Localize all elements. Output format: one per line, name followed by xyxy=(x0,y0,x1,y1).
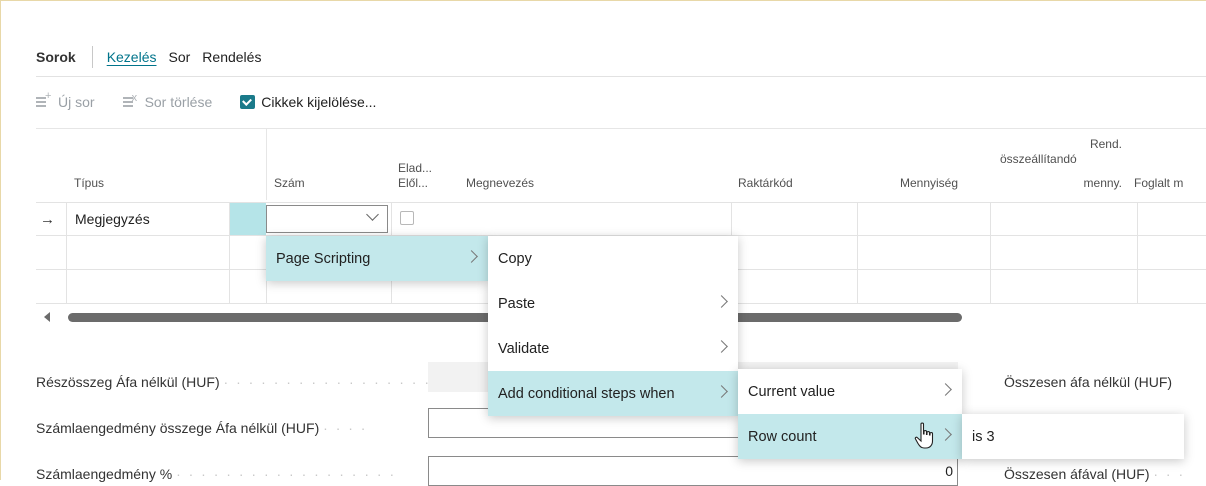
cell-mennyiseg[interactable] xyxy=(857,203,990,235)
osszesen-afa-nelkul-label: Összesen áfa nélkül (HUF) xyxy=(1004,374,1173,390)
tab-divider xyxy=(91,46,93,68)
leader-dots: · · · · xyxy=(323,420,368,436)
menu-item-label: Validate xyxy=(498,340,550,357)
col-header-megnevezes[interactable]: Megnevezés xyxy=(466,176,534,191)
new-row-icon xyxy=(36,90,52,109)
menu-item-label: is 3 xyxy=(972,428,995,445)
cell-tipus[interactable] xyxy=(66,236,229,269)
col-header-foglalt[interactable]: Foglalt m xyxy=(1134,176,1183,191)
cell-foglalt[interactable] xyxy=(1137,203,1206,235)
chevron-right-icon xyxy=(465,250,478,263)
chevron-right-icon xyxy=(715,295,728,308)
tab-rendeles[interactable]: Rendelés xyxy=(202,49,261,65)
col-header-elad-2[interactable]: Elől... xyxy=(398,176,428,191)
reszosszeg-label: Részösszeg Áfa nélkül (HUF) · · · · · · … xyxy=(36,374,444,390)
chevron-down-icon xyxy=(366,208,379,221)
col-header-rend-2[interactable]: összeállítandó xyxy=(1000,152,1077,167)
reszosszeg-label-text: Részösszeg Áfa nélkül (HUF) xyxy=(36,374,220,390)
leader-dots: · · · · · · · · · · · · · · · · · · xyxy=(223,374,444,390)
tab-kezeles[interactable]: Kezelés xyxy=(107,49,157,65)
action-bar: Új sor Sor törlése Cikkek kijelölése... xyxy=(36,90,404,110)
engedmeny-osszeg-label: Számlaengedmény összege Áfa nélkül (HUF)… xyxy=(36,420,367,436)
col-header-raktarkod[interactable]: Raktárkód xyxy=(738,176,793,191)
header-top-line xyxy=(36,128,1206,129)
header-separator xyxy=(266,128,267,200)
hand-pointer-cursor-icon xyxy=(914,422,934,449)
menu-item-label: Copy xyxy=(498,250,532,267)
cell-mennyiseg[interactable] xyxy=(857,236,990,269)
menu-item-paste[interactable]: Paste xyxy=(488,281,738,326)
cell-rend[interactable] xyxy=(990,270,1137,303)
cell-raktarkod[interactable] xyxy=(731,203,857,235)
select-items-button[interactable]: Cikkek kijelölése... xyxy=(240,94,376,110)
menu-item-validate[interactable]: Validate xyxy=(488,326,738,371)
col-header-mennyiseg[interactable]: Mennyiség xyxy=(900,176,958,191)
cell-rend[interactable] xyxy=(990,203,1137,235)
chevron-right-icon xyxy=(939,383,952,396)
cell-raktarkod[interactable] xyxy=(731,270,857,303)
cell-highlight[interactable] xyxy=(229,236,266,269)
context-menu-level-2: Copy Paste Validate Add conditional step… xyxy=(488,236,738,416)
select-items-label: Cikkek kijelölése... xyxy=(261,94,377,110)
cell-highlight[interactable] xyxy=(229,203,266,235)
cell-megnevezes[interactable] xyxy=(391,203,731,235)
menu-item-label: Row count xyxy=(748,428,817,445)
chevron-right-icon xyxy=(715,340,728,353)
menu-item-label: Add conditional steps when xyxy=(498,385,675,402)
delete-row-label: Sor törlése xyxy=(144,94,213,110)
cell-rend[interactable] xyxy=(990,236,1137,269)
col-header-szam[interactable]: Szám xyxy=(274,176,305,191)
tab-sor[interactable]: Sor xyxy=(169,49,191,65)
col-header-rend-3[interactable]: menny. xyxy=(1040,176,1122,191)
section-tabs: Sorok Kezelés Sor Rendelés xyxy=(36,46,273,68)
delete-row-button[interactable]: Sor törlése xyxy=(122,92,213,110)
scroll-left-arrow-icon[interactable] xyxy=(44,312,50,322)
cell-foglalt[interactable] xyxy=(1137,236,1206,269)
cell-highlight[interactable] xyxy=(229,270,266,303)
col-header-tipus[interactable]: Típus xyxy=(74,176,104,191)
cell-raktarkod[interactable] xyxy=(731,236,857,269)
context-menu-level-1: Page Scripting xyxy=(266,236,488,281)
menu-item-is-3[interactable]: is 3 xyxy=(962,414,1184,459)
cell-tipus[interactable] xyxy=(66,270,229,303)
context-menu-level-4: is 3 xyxy=(962,414,1184,459)
elad-checkbox[interactable] xyxy=(400,211,414,225)
menu-item-add-conditional-steps[interactable]: Add conditional steps when xyxy=(488,371,738,416)
col-header-elad-1[interactable]: Elad... xyxy=(398,161,432,176)
cell-tipus[interactable]: Megjegyzés xyxy=(66,203,229,235)
szam-dropdown[interactable] xyxy=(266,205,388,233)
menu-item-current-value[interactable]: Current value xyxy=(738,369,962,414)
menu-item-page-scripting[interactable]: Page Scripting xyxy=(266,236,488,281)
col-header-rend-1[interactable]: Rend. xyxy=(1040,137,1122,152)
new-row-button[interactable]: Új sor xyxy=(36,90,95,110)
cell-foglalt[interactable] xyxy=(1137,270,1206,303)
menu-item-copy[interactable]: Copy xyxy=(488,236,738,281)
section-title: Sorok xyxy=(36,49,76,65)
chevron-right-icon xyxy=(939,428,952,441)
cell-mennyiseg[interactable] xyxy=(857,270,990,303)
menu-item-label: Current value xyxy=(748,383,836,400)
current-row-arrow-icon: → xyxy=(40,211,55,228)
menu-item-label: Paste xyxy=(498,295,536,312)
chevron-right-icon xyxy=(715,385,728,398)
engedmeny-pct-field[interactable]: 0 xyxy=(428,456,958,486)
table-row[interactable]: → Megjegyzés xyxy=(36,202,1206,236)
menu-item-label: Page Scripting xyxy=(276,250,371,267)
delete-row-icon xyxy=(122,92,139,109)
tab-underline xyxy=(36,76,1206,77)
select-items-icon xyxy=(240,95,256,109)
new-row-label: Új sor xyxy=(58,94,95,110)
engedmeny-osszeg-label-text: Számlaengedmény összege Áfa nélkül (HUF) xyxy=(36,420,320,436)
